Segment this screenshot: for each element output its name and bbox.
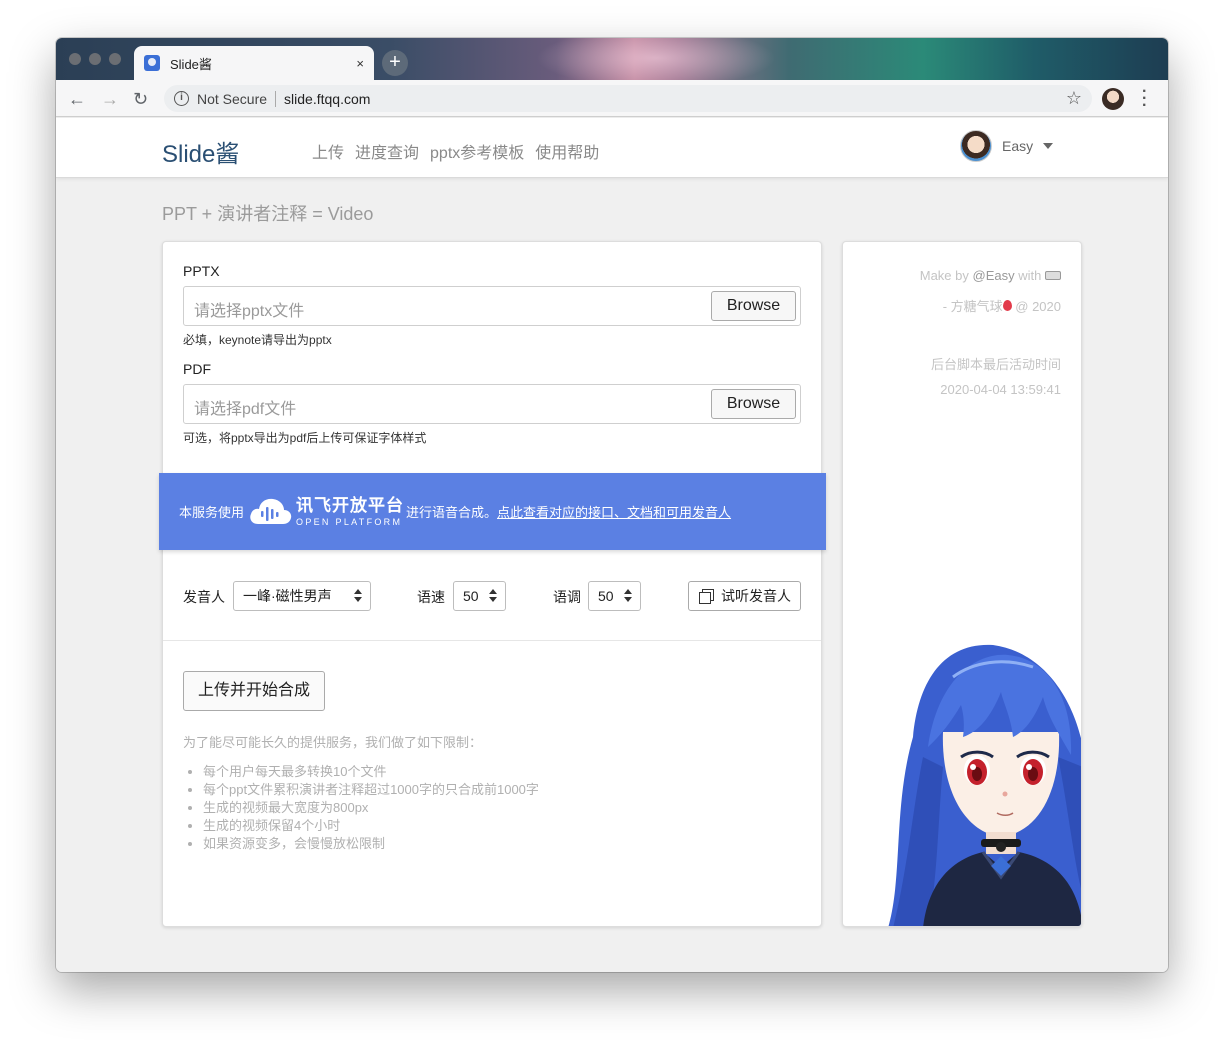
forward-arrow-icon[interactable]: → [101, 89, 119, 110]
pptx-placeholder: 请选择pptx文件 [194, 303, 305, 320]
nav-link-progress[interactable]: 进度查询 [355, 139, 419, 163]
keyboard-icon [1045, 271, 1061, 280]
author-link[interactable]: @Easy [973, 268, 1015, 283]
xfyun-banner: 本服务使用 讯飞开放平台 OPEN PLATFORM 进行语音合成。 点此查看对… [159, 473, 826, 550]
maximize-window-button[interactable] [109, 53, 121, 65]
nav-link-templates[interactable]: pptx参考模板 [430, 139, 524, 163]
list-item: 生成的视频保留4个小时 [203, 817, 539, 835]
pdf-label: PDF [183, 361, 211, 377]
brand-logo[interactable]: Slide酱 [162, 134, 239, 169]
tab-title: Slide酱 [170, 56, 212, 72]
pitch-select-value: 50 [598, 588, 614, 604]
speed-select[interactable]: 50 [453, 581, 506, 611]
select-arrows-icon [489, 588, 497, 604]
browser-toolbar: ← → ↻ i Not Secure slide.ftqq.com ☆ · · · [56, 80, 1168, 117]
speaker-select-value: 一峰·磁性男声 [243, 588, 332, 604]
pptx-browse-button[interactable]: Browse [711, 291, 796, 321]
nav-link-upload[interactable]: 上传 [312, 139, 344, 163]
list-item: 生成的视频最大宽度为800px [203, 799, 539, 817]
user-menu[interactable]: Easy [960, 130, 1054, 162]
user-name: Easy [1002, 138, 1034, 154]
nav-links: 上传 进度查询 pptx参考模板 使用帮助 [312, 139, 599, 163]
page-content: Slide酱 上传 进度查询 pptx参考模板 使用帮助 Easy PPT + … [56, 118, 1168, 972]
speaker-select[interactable]: 一峰·磁性男声 [233, 581, 371, 611]
banner-prefix: 本服务使用 [179, 505, 245, 520]
close-window-button[interactable] [69, 53, 81, 65]
xfyun-logo[interactable]: 讯飞开放平台 OPEN PLATFORM [248, 496, 404, 528]
browser-window: Slide酱 × + ← → ↻ i Not Secure slide.ftqq… [56, 38, 1168, 972]
browser-profile-avatar[interactable] [1102, 88, 1124, 110]
banner-docs-link[interactable]: 点此查看对应的接口、文档和可用发音人 [497, 502, 731, 521]
last-active-label: 后台脚本最后活动时间 [930, 357, 1061, 372]
user-avatar [960, 130, 992, 162]
limits-intro: 为了能尽可能长久的提供服务，我们做了如下限制： [183, 735, 483, 750]
tab-close-icon[interactable]: × [356, 56, 364, 71]
copy-icon [699, 589, 714, 604]
divider [163, 640, 821, 641]
pdf-file-input[interactable]: 请选择pdf文件 Browse [183, 384, 801, 424]
speaker-label: 发音人 [183, 589, 225, 605]
page-subtitle: PPT + 演讲者注释 = Video [162, 204, 374, 224]
pptx-label: PPTX [183, 263, 220, 279]
bookmark-star-icon[interactable]: ☆ [1066, 88, 1082, 109]
xfyun-cloud-icon [250, 498, 292, 524]
list-item: 每个用户每天最多转换10个文件 [203, 763, 539, 781]
browser-tab[interactable]: Slide酱 × [134, 46, 374, 80]
pptx-help-text: 必填，keynote请导出为pptx [183, 333, 332, 347]
mascot-illustration [888, 644, 1081, 926]
limits-list: 每个用户每天最多转换10个文件 每个ppt文件累积演讲者注释超过1000字的只合… [203, 763, 539, 853]
address-bar[interactable]: i Not Secure slide.ftqq.com ☆ [164, 85, 1092, 112]
list-item: 每个ppt文件累积演讲者注释超过1000字的只合成前1000字 [203, 781, 539, 799]
pdf-browse-button[interactable]: Browse [711, 389, 796, 419]
url-text[interactable]: slide.ftqq.com [284, 91, 370, 107]
site-favicon-icon [144, 55, 160, 71]
preview-speaker-label: 试听发音人 [721, 588, 791, 604]
pdf-placeholder: 请选择pdf文件 [194, 401, 297, 418]
select-arrows-icon [624, 588, 632, 604]
browser-titlebar: Slide酱 × + [56, 38, 1168, 88]
pitch-select[interactable]: 50 [588, 581, 641, 611]
caret-down-icon [1043, 143, 1054, 149]
pptx-file-input[interactable]: 请选择pptx文件 Browse [183, 286, 801, 326]
logo-text-en: OPEN PLATFORM [296, 516, 403, 527]
info-side-card: Make by @Easy with - 方糖气球 @ 2020 后台脚本最后活… [842, 241, 1082, 927]
nav-link-help[interactable]: 使用帮助 [535, 139, 599, 163]
back-arrow-icon[interactable]: ← [68, 89, 86, 110]
list-item: 如果资源变多，会慢慢放松限制 [203, 835, 539, 853]
upload-form-card: PPTX 请选择pptx文件 Browse 必填，keynote请导出为pptx… [159, 241, 826, 927]
made-by-line: Make by @Easy with [920, 268, 1061, 283]
last-active-time: 2020-04-04 13:59:41 [940, 382, 1061, 397]
speed-select-value: 50 [463, 588, 479, 604]
new-tab-button[interactable]: + [382, 50, 408, 76]
balloon-icon [1002, 300, 1012, 311]
select-arrows-icon [354, 588, 362, 604]
site-navbar: Slide酱 上传 进度查询 pptx参考模板 使用帮助 Easy [56, 118, 1168, 178]
security-status: Not Secure [197, 90, 268, 107]
preview-speaker-button[interactable]: 试听发音人 [688, 581, 801, 611]
info-icon[interactable]: i [174, 91, 189, 106]
author-line: - 方糖气球 @ 2020 [942, 299, 1061, 314]
upload-start-button[interactable]: 上传并开始合成 [183, 671, 325, 711]
reload-icon[interactable]: ↻ [133, 89, 148, 110]
minimize-window-button[interactable] [89, 53, 101, 65]
pitch-label: 语调 [553, 589, 581, 605]
banner-middle: 进行语音合成。 [406, 505, 498, 520]
pdf-help-text: 可选，将pptx导出为pdf后上传可保证字体样式 [183, 431, 427, 445]
logo-text-cn: 讯飞开放平台 [296, 495, 405, 515]
speed-label: 语速 [417, 589, 445, 605]
browser-menu-icon[interactable]: · · · [1142, 84, 1147, 114]
